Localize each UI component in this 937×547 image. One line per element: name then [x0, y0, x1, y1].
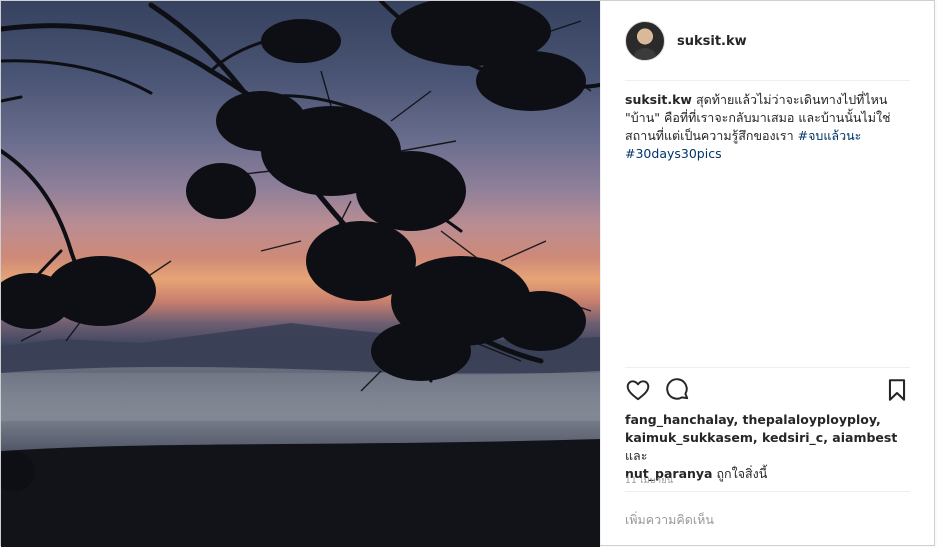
likes-joiner: และ — [625, 448, 648, 463]
post-header: suksit.kw — [625, 19, 910, 63]
heart-icon[interactable] — [625, 377, 651, 403]
post-photo[interactable] — [1, 1, 600, 547]
liked-by-users[interactable]: fang_hanchalay, thepalaloyployploy, — [625, 412, 881, 427]
likes-suffix: ถูกใจสิ่งนี้ — [716, 466, 768, 481]
hashtag-link[interactable]: #30days30pics — [625, 146, 722, 161]
comment-input[interactable]: เพิ่มความคิดเห็น — [625, 507, 910, 533]
pine-branch-silhouette — [1, 1, 600, 547]
caption-username[interactable]: suksit.kw — [625, 92, 692, 107]
header-divider — [625, 80, 910, 81]
avatar[interactable] — [625, 21, 665, 61]
post-modal: suksit.kw suksit.kw สุดท้ายแล้วไม่ว่าจะเ… — [0, 0, 935, 547]
liked-by-users[interactable]: kaimuk_sukkasem, kedsiri_c, aiambest — [625, 430, 897, 445]
hashtag-link[interactable]: #จบแล้วนะ — [798, 128, 862, 143]
username-link[interactable]: suksit.kw — [677, 34, 747, 49]
post-caption: suksit.kw สุดท้ายแล้วไม่ว่าจะเดินทางไปที… — [625, 91, 912, 163]
bookmark-icon[interactable] — [884, 377, 910, 403]
action-bar — [625, 377, 910, 403]
comment-bubble-icon[interactable] — [665, 377, 691, 403]
actions-divider — [625, 367, 910, 368]
post-date[interactable]: 11 เมษายน — [625, 473, 673, 487]
comment-divider — [625, 491, 910, 492]
post-details-panel: suksit.kw suksit.kw สุดท้ายแล้วไม่ว่าจะเ… — [600, 1, 934, 545]
